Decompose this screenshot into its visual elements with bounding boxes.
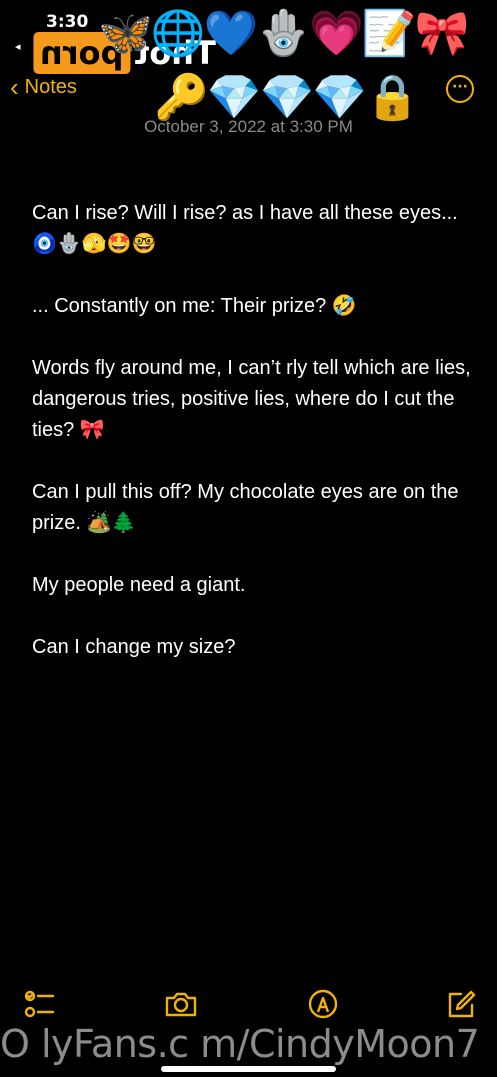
compose-icon[interactable] xyxy=(445,988,477,1020)
note-paragraph: Can I change my size? xyxy=(32,636,236,658)
chevron-left-icon: ‹ xyxy=(10,72,19,102)
back-app-caret[interactable]: ◂ xyxy=(15,40,21,53)
ellipsis-circle-icon: ··· xyxy=(452,79,468,95)
markup-pen-icon[interactable] xyxy=(307,988,339,1020)
status-time: 3:30 xyxy=(46,12,89,32)
checklist-icon[interactable] xyxy=(24,988,56,1020)
home-indicator[interactable] xyxy=(161,1066,336,1072)
note-body[interactable]: Can I rise? Will I rise? as I have all t… xyxy=(32,198,477,694)
note-paragraph: My people need a giant. xyxy=(32,574,246,596)
note-paragraph: ... Constantly on me: Their prize? 🤣 xyxy=(32,295,357,317)
camera-icon[interactable] xyxy=(164,988,198,1020)
emoji-overlay-row-1: 🦋🌐💙🪬💗📝🎀 xyxy=(98,8,469,59)
note-paragraph: Can I rise? Will I rise? as I have all t… xyxy=(32,202,458,255)
note-date: October 3, 2022 at 3:30 PM xyxy=(144,117,353,136)
note-paragraph: Can I pull this off? My chocolate eyes a… xyxy=(32,481,459,534)
url-watermark: O lyFans.c m/CindyMoon7 xyxy=(0,1022,480,1066)
more-button[interactable]: ··· xyxy=(446,75,474,103)
note-paragraph: Words fly around me, I can’t rly tell wh… xyxy=(32,357,471,441)
back-button[interactable]: ‹ Notes xyxy=(10,74,77,100)
back-label: Notes xyxy=(24,75,77,98)
